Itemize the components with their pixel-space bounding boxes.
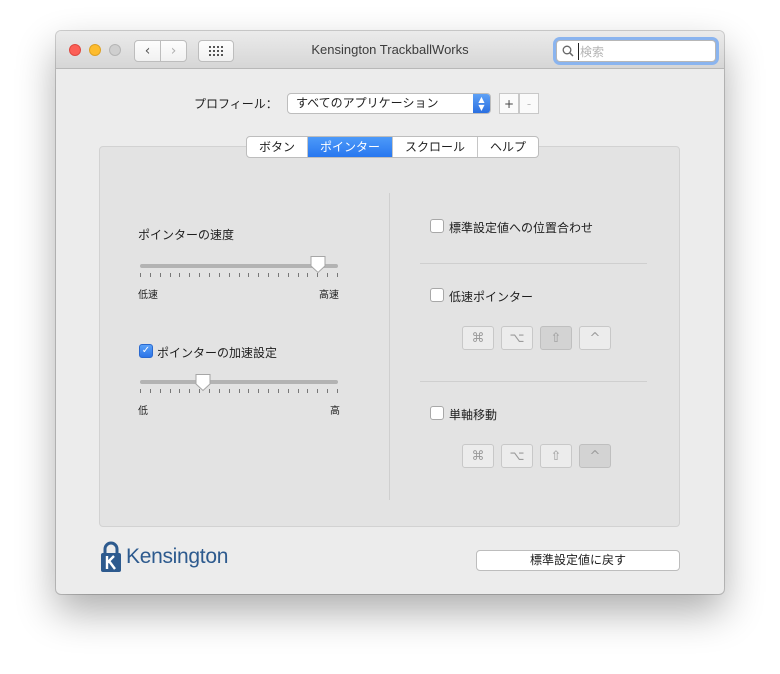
slider-tick bbox=[199, 273, 200, 277]
slow-control-key[interactable]: ^ bbox=[579, 326, 611, 350]
remove-profile-button[interactable]: - bbox=[519, 93, 539, 114]
preferences-window: ‹ › Kensington TrackballWorks 検索 プロフィール： bbox=[56, 31, 724, 594]
slider-tick bbox=[150, 389, 151, 393]
slider-tick bbox=[268, 389, 269, 393]
slider-tick bbox=[219, 273, 220, 277]
tab-pointer[interactable]: ポインター bbox=[308, 137, 394, 157]
slider-tick bbox=[278, 389, 279, 393]
kensington-logo: Kensington bbox=[100, 541, 228, 573]
title-bar: ‹ › Kensington TrackballWorks 検索 bbox=[56, 31, 724, 69]
select-arrows-icon: ▲ ▼ bbox=[473, 94, 490, 113]
acceleration-slider-knob[interactable] bbox=[194, 373, 212, 392]
acceleration-slider-ticks bbox=[140, 389, 338, 394]
slider-tick bbox=[229, 273, 230, 277]
slider-tick bbox=[327, 389, 328, 393]
tab-scroll[interactable]: スクロール bbox=[393, 137, 479, 157]
slow-shift-key[interactable]: ⇧ bbox=[540, 326, 572, 350]
slider-tick bbox=[160, 273, 161, 277]
slider-tick bbox=[179, 389, 180, 393]
slider-tick bbox=[209, 273, 210, 277]
slider-tick bbox=[258, 389, 259, 393]
add-profile-button[interactable]: + bbox=[499, 93, 519, 114]
slider-tick bbox=[170, 389, 171, 393]
restore-defaults-button[interactable]: 標準設定値に戻す bbox=[476, 550, 680, 571]
slow-pointer-checkbox[interactable] bbox=[430, 288, 444, 302]
single-axis-label: 単軸移動 bbox=[449, 408, 498, 422]
section-divider bbox=[420, 263, 647, 264]
acceleration-label: ポインターの加速設定 bbox=[157, 346, 278, 360]
column-divider bbox=[389, 193, 390, 500]
single-axis-checkbox[interactable] bbox=[430, 406, 444, 420]
axis-shift-key[interactable]: ⇧ bbox=[540, 444, 572, 468]
profile-select[interactable]: すべてのアプリケーション ▲ ▼ bbox=[287, 93, 491, 114]
slider-tick bbox=[140, 273, 141, 277]
slider-tick bbox=[288, 389, 289, 393]
slider-tick bbox=[288, 273, 289, 277]
acceleration-slider-track[interactable] bbox=[140, 380, 338, 384]
slider-tick bbox=[248, 389, 249, 393]
pointer-speed-label: ポインターの速度 bbox=[138, 228, 235, 242]
speed-slider-knob[interactable] bbox=[309, 255, 327, 274]
axis-option-key[interactable]: ⌥ bbox=[501, 444, 533, 468]
brand-name: Kensington bbox=[126, 545, 229, 568]
slider-tick bbox=[337, 389, 338, 393]
slider-tick bbox=[278, 273, 279, 277]
slider-tick bbox=[179, 273, 180, 277]
slider-tick bbox=[248, 273, 249, 277]
slider-tick bbox=[307, 389, 308, 393]
tab-buttons[interactable]: ボタン bbox=[247, 137, 309, 157]
axis-command-key[interactable]: ⌘ bbox=[462, 444, 494, 468]
slider-tick bbox=[268, 273, 269, 277]
slider-tick bbox=[307, 273, 308, 277]
tab-help[interactable]: ヘルプ bbox=[478, 137, 538, 157]
search-placeholder: 検索 bbox=[578, 42, 605, 60]
acceleration-min-label: 低 bbox=[138, 406, 148, 417]
profile-label: プロフィール： bbox=[194, 97, 278, 111]
slider-tick bbox=[170, 273, 171, 277]
section-divider bbox=[420, 381, 647, 382]
search-icon bbox=[562, 45, 574, 57]
slider-tick bbox=[239, 273, 240, 277]
acceleration-max-label: 高 bbox=[330, 406, 340, 417]
slider-tick bbox=[298, 389, 299, 393]
slider-tick bbox=[258, 273, 259, 277]
search-field[interactable]: 検索 bbox=[556, 40, 716, 62]
slider-tick bbox=[239, 389, 240, 393]
slider-tick bbox=[160, 389, 161, 393]
checkmark-icon: ✓ bbox=[141, 345, 151, 356]
axis-control-key[interactable]: ^ bbox=[579, 444, 611, 468]
lock-k-icon bbox=[101, 541, 121, 572]
snap-to-default-checkbox[interactable] bbox=[430, 219, 444, 233]
slider-tick bbox=[189, 273, 190, 277]
slider-tick bbox=[327, 273, 328, 277]
slider-tick bbox=[140, 389, 141, 393]
slider-tick bbox=[219, 389, 220, 393]
tab-bar: ボタン ポインター スクロール ヘルプ bbox=[246, 136, 540, 158]
slow-command-key[interactable]: ⌘ bbox=[462, 326, 494, 350]
slider-tick bbox=[189, 389, 190, 393]
speed-min-label: 低速 bbox=[138, 290, 158, 301]
slow-pointer-label: 低速ポインター bbox=[449, 290, 534, 304]
slider-tick bbox=[337, 273, 338, 277]
slider-tick bbox=[150, 273, 151, 277]
snap-to-default-label: 標準設定値への位置合わせ bbox=[449, 221, 594, 235]
slider-tick bbox=[229, 389, 230, 393]
slow-option-key[interactable]: ⌥ bbox=[501, 326, 533, 350]
slider-tick bbox=[298, 273, 299, 277]
speed-max-label: 高速 bbox=[319, 290, 339, 301]
profile-selected-value: すべてのアプリケーション bbox=[296, 96, 439, 110]
slider-tick bbox=[317, 389, 318, 393]
acceleration-checkbox[interactable]: ✓ bbox=[139, 344, 153, 358]
